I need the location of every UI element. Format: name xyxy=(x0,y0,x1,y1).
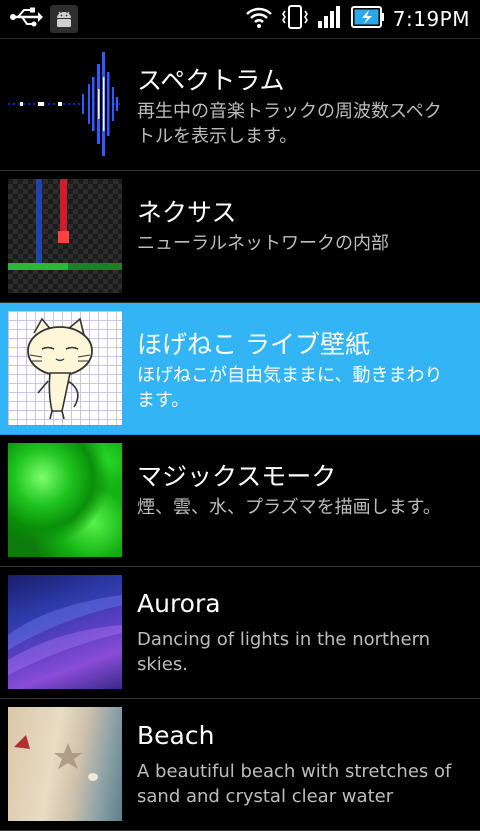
spectrum-thumbnail xyxy=(8,47,122,161)
signal-icon xyxy=(317,5,343,33)
wallpaper-item-beach[interactable]: Beach A beautiful beach with stretches o… xyxy=(0,699,480,831)
wallpaper-item-aurora[interactable]: Aurora Dancing of lights in the northern… xyxy=(0,567,480,699)
wallpaper-item-nexus[interactable]: ネクサス ニューラルネットワークの内部 xyxy=(0,171,480,303)
wallpaper-description: Dancing of lights in the northern skies. xyxy=(137,629,431,675)
wallpaper-title: Aurora xyxy=(137,589,221,618)
wallpaper-title: ネクサス xyxy=(137,198,237,227)
wallpaper-description: A beautiful beach with stretches of sand… xyxy=(137,761,452,807)
wifi-icon xyxy=(245,5,273,33)
wallpaper-title: ほげねこ ライブ壁紙 xyxy=(137,330,370,359)
wallpaper-description: ニューラルネットワークの内部 xyxy=(137,233,389,254)
magic-smoke-thumbnail xyxy=(8,443,122,557)
battery-charging-icon xyxy=(350,5,385,33)
aurora-thumbnail xyxy=(8,575,122,689)
wallpaper-item-spectrum[interactable]: スペクトラム 再生中の音楽トラックの周波数スペクトルを表示します。 xyxy=(0,39,480,171)
nexus-thumbnail xyxy=(8,179,122,293)
android-debug-icon xyxy=(50,5,78,33)
clock: 7:19PM xyxy=(392,7,470,31)
status-bar: 7:19PM xyxy=(0,0,480,39)
wallpaper-title: マジックスモーク xyxy=(137,462,337,491)
wallpaper-title: スペクトラム xyxy=(137,66,285,95)
hogeneko-thumbnail xyxy=(8,311,122,425)
wallpaper-item-magic-smoke[interactable]: マジックスモーク 煙、雲、水、プラズマを描画します。 xyxy=(0,435,480,567)
cat-icon xyxy=(27,317,93,420)
wallpaper-description: 煙、雲、水、プラズマを描画します。 xyxy=(137,497,441,518)
wallpaper-description: 再生中の音楽トラックの周波数スペクトルを表示します。 xyxy=(137,101,442,147)
wallpaper-description: ほげねこが自由気ままに、動きまわります。 xyxy=(137,365,443,411)
beach-thumbnail xyxy=(8,707,122,821)
wallpaper-item-hogeneko[interactable]: ほげねこ ライブ壁紙 ほげねこが自由気ままに、動きまわります。 xyxy=(0,303,480,435)
usb-icon xyxy=(10,5,44,33)
vibrate-icon xyxy=(281,4,309,34)
wallpaper-title: Beach xyxy=(137,721,215,750)
live-wallpaper-list[interactable]: スペクトラム 再生中の音楽トラックの周波数スペクトルを表示します。 ネクサス ニ… xyxy=(0,39,480,831)
